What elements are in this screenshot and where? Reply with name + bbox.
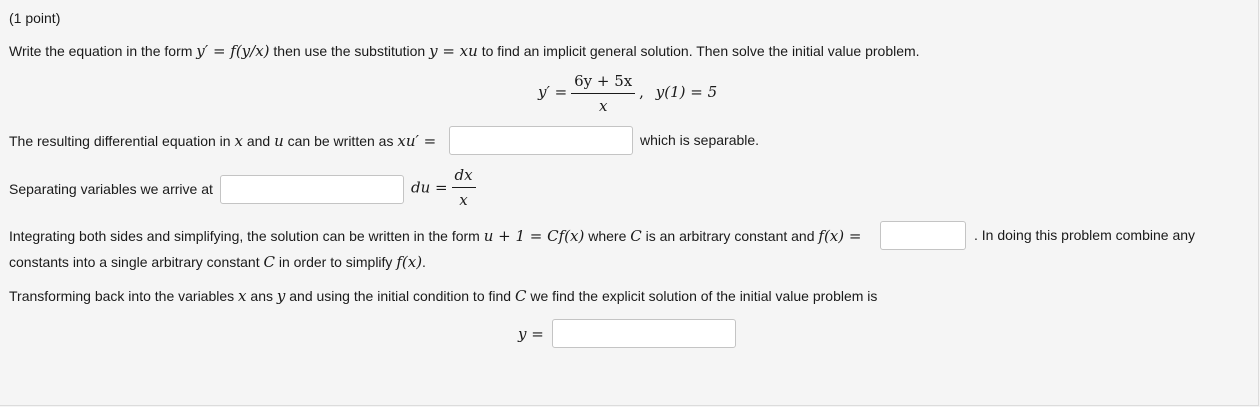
q4-text-1: Transforming back into the variables [9,288,235,304]
q2-numerator: dx [451,166,476,188]
substitution-equation: y = xu [429,42,478,60]
q3-line2-constant-c: C [263,253,275,271]
q3-text: Integrating both sides and simplifying, … [9,227,861,245]
q2-fraction: dx x [451,166,476,209]
ode-numerator: 6y + 5x [571,72,636,94]
explicit-solution-input[interactable] [552,319,736,348]
q4-text-3: and using the initial condition to find [289,288,512,304]
f-of-x-answer-input[interactable] [880,221,966,250]
instructions-text-2: then use the substitution [273,43,426,59]
q3-text-3: is an arbitrary constant and [645,228,815,244]
q4-text-4: we find the explicit solution of the ini… [530,288,878,304]
q3-line2-period: . [422,254,426,270]
ode-lhs: y′ = [538,83,568,102]
q4-constant-c: C [514,287,527,305]
q3-line2-text-2: in order to simplify [278,254,393,270]
q3-line2-text-1: constants into a single arbitrary consta… [9,254,260,270]
point-value: (1 point) [9,10,61,26]
q2-text: Separating variables we arrive at [9,181,213,197]
instructions: Write the equation in the form y′ = f(y/… [9,42,920,60]
q1-var-x: x [234,132,243,150]
q4-lhs: y = [518,325,544,343]
q3-line2-fx: f(x) [396,253,423,271]
q3-where: where [588,228,627,244]
q3-form-equation: u + 1 = Cf(x) [483,227,585,245]
q3-line-2: constants into a single arbitrary consta… [9,253,426,271]
xu-prime-answer-input[interactable] [449,126,633,155]
instructions-text-3: to find an implicit general solution. Th… [481,43,920,59]
instructions-text-1: Write the equation in the form [9,43,193,59]
q4-ans: ans [250,288,273,304]
q4-var-y: y [276,287,286,305]
ode-denominator: x [598,97,608,115]
q1-text-2: can be written as [287,133,394,149]
ode-comma: , [639,83,644,102]
q2-du: du = [411,178,448,197]
q1-text-1: The resulting differential equation in [9,133,231,149]
q3-fx: f(x) = [818,227,862,245]
initial-condition: y(1) = 5 [655,83,718,102]
q2-denominator: x [459,191,468,209]
q1-text: The resulting differential equation in x… [9,132,436,150]
separated-answer-input[interactable] [220,175,404,204]
q3-constant-c: C [630,227,642,245]
q1-and: and [246,133,271,149]
problem-panel: (1 point) Write the equation in the form… [0,0,1259,406]
q4-text: Transforming back into the variables x a… [9,287,877,305]
form-equation: y′ = f(y/x) [196,42,270,60]
q2-equation: du = dx x [411,166,476,209]
q1-var-u: u [274,132,284,150]
q1-after: which is separable. [640,132,760,148]
ode-fraction: 6y + 5x x [571,72,636,115]
q4-var-x: x [238,287,247,305]
q3-text-1: Integrating both sides and simplifying, … [9,228,480,244]
q3-text-4: . In doing this problem combine any [974,227,1196,243]
q1-lhs: xu′ = [397,132,437,150]
ode-equation: y′ = 6y + 5x x , y(1) = 5 [538,72,717,115]
